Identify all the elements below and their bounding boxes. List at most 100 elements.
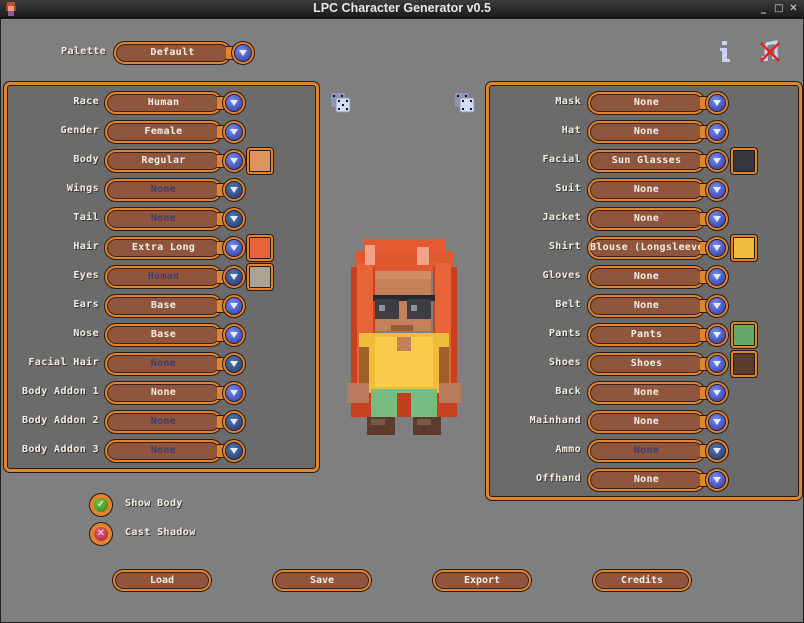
suit-dropdown-button[interactable]: [706, 179, 728, 201]
back-dropdown[interactable]: None: [588, 382, 728, 404]
body-addon-3-value: None: [105, 440, 222, 462]
shirt-dropdown[interactable]: Blouse (Longsleeve): [588, 237, 728, 259]
shoes-label: Shoes: [548, 357, 581, 368]
gender-dropdown-button[interactable]: [223, 121, 245, 143]
body-addon-1-dropdown-button[interactable]: [223, 382, 245, 404]
ammo-value: None: [588, 440, 705, 462]
gloves-dropdown-button[interactable]: [706, 266, 728, 288]
load-button[interactable]: Load: [113, 570, 211, 591]
facial-hair-dropdown-button[interactable]: [223, 353, 245, 375]
ears-dropdown[interactable]: Base: [105, 295, 245, 317]
cast-shadow-checkbox[interactable]: ✕: [90, 523, 112, 545]
body-addon-3-dropdown-button[interactable]: [223, 440, 245, 462]
facial-hair-dropdown[interactable]: None: [105, 353, 245, 375]
facial-dropdown-button[interactable]: [706, 150, 728, 172]
ears-dropdown-button[interactable]: [223, 295, 245, 317]
shirt-dropdown-button[interactable]: [706, 237, 728, 259]
ammo-dropdown[interactable]: None: [588, 440, 728, 462]
shoes-dropdown-button[interactable]: [706, 353, 728, 375]
tail-dropdown-button[interactable]: [223, 208, 245, 230]
ammo-dropdown-button[interactable]: [706, 440, 728, 462]
hair-label: Hair: [73, 241, 99, 252]
body-addon-2-dropdown[interactable]: None: [105, 411, 245, 433]
character-preview: [347, 239, 461, 435]
race-dropdown-button[interactable]: [223, 92, 245, 114]
suit-dropdown[interactable]: None: [588, 179, 728, 201]
facial-label: Facial: [542, 154, 581, 165]
nose-dropdown-button[interactable]: [223, 324, 245, 346]
pants-value: Pants: [588, 324, 705, 346]
palette-dropdown[interactable]: Default: [114, 42, 254, 64]
mainhand-dropdown[interactable]: None: [588, 411, 728, 433]
tail-value: None: [105, 208, 222, 230]
gloves-dropdown[interactable]: None: [588, 266, 728, 288]
body-addon-2-dropdown-button[interactable]: [223, 411, 245, 433]
chevron-down-icon: [713, 100, 721, 106]
back-dropdown-button[interactable]: [706, 382, 728, 404]
maximize-button[interactable]: □: [774, 3, 783, 14]
pants-dropdown-button[interactable]: [706, 324, 728, 346]
eyes-dropdown-button[interactable]: [223, 266, 245, 288]
chevron-down-icon: [230, 419, 238, 425]
show-body-checkbox[interactable]: ✓: [90, 494, 112, 516]
window-title: LPC Character Generator v0.5: [313, 1, 491, 15]
nose-dropdown[interactable]: Base: [105, 324, 245, 346]
mainhand-dropdown-button[interactable]: [706, 411, 728, 433]
tail-dropdown[interactable]: None: [105, 208, 245, 230]
ears-value: Base: [105, 295, 222, 317]
palette-dropdown-button[interactable]: [232, 42, 254, 64]
pants-dropdown[interactable]: Pants: [588, 324, 728, 346]
facial-color-swatch[interactable]: [731, 148, 757, 174]
pants-label: Pants: [548, 328, 581, 339]
hair-dropdown[interactable]: Extra Long: [105, 237, 245, 259]
offhand-dropdown[interactable]: None: [588, 469, 728, 491]
save-button[interactable]: Save: [273, 570, 371, 591]
offhand-label: Offhand: [536, 473, 581, 484]
hair-dropdown-button[interactable]: [223, 237, 245, 259]
close-button[interactable]: ✕: [789, 3, 798, 14]
gender-label: Gender: [60, 125, 99, 136]
gender-dropdown[interactable]: Female: [105, 121, 245, 143]
hair-value: Extra Long: [105, 237, 222, 259]
shirt-color-swatch[interactable]: [731, 235, 757, 261]
body-color-swatch[interactable]: [247, 148, 273, 174]
chevron-down-icon: [713, 187, 721, 193]
hat-dropdown-button[interactable]: [706, 121, 728, 143]
body-dropdown[interactable]: Regular: [105, 150, 245, 172]
chevron-down-icon: [713, 390, 721, 396]
hair-color-swatch[interactable]: [247, 235, 273, 261]
pants-color-swatch[interactable]: [731, 322, 757, 348]
mask-dropdown-button[interactable]: [706, 92, 728, 114]
jacket-dropdown[interactable]: None: [588, 208, 728, 230]
race-dropdown[interactable]: Human: [105, 92, 245, 114]
credits-button[interactable]: Credits: [593, 570, 691, 591]
export-button[interactable]: Export: [433, 570, 531, 591]
shoes-dropdown[interactable]: Shoes: [588, 353, 728, 375]
body-value: Regular: [105, 150, 222, 172]
eyes-color-swatch[interactable]: [247, 264, 273, 290]
hat-dropdown[interactable]: None: [588, 121, 728, 143]
wings-dropdown-button[interactable]: [223, 179, 245, 201]
facial-dropdown[interactable]: Sun Glasses: [588, 150, 728, 172]
chevron-down-icon: [230, 158, 238, 164]
shoes-color-swatch[interactable]: [731, 351, 757, 377]
belt-dropdown[interactable]: None: [588, 295, 728, 317]
wings-value: None: [105, 179, 222, 201]
offhand-dropdown-button[interactable]: [706, 469, 728, 491]
randomize-left-dice-icon[interactable]: [330, 92, 352, 114]
info-icon[interactable]: [717, 41, 731, 63]
belt-dropdown-button[interactable]: [706, 295, 728, 317]
randomize-right-dice-icon[interactable]: [454, 92, 476, 114]
body-dropdown-button[interactable]: [223, 150, 245, 172]
chevron-down-icon: [713, 216, 721, 222]
sound-muted-icon[interactable]: [758, 40, 782, 64]
mask-dropdown[interactable]: None: [588, 92, 728, 114]
body-addon-3-dropdown[interactable]: None: [105, 440, 245, 462]
jacket-dropdown-button[interactable]: [706, 208, 728, 230]
eyes-dropdown[interactable]: Human: [105, 266, 245, 288]
wings-dropdown[interactable]: None: [105, 179, 245, 201]
eyes-label: Eyes: [73, 270, 99, 281]
x-mark-icon: ✕: [96, 528, 106, 539]
minimize-button[interactable]: _: [759, 3, 768, 14]
body-addon-1-dropdown[interactable]: None: [105, 382, 245, 404]
